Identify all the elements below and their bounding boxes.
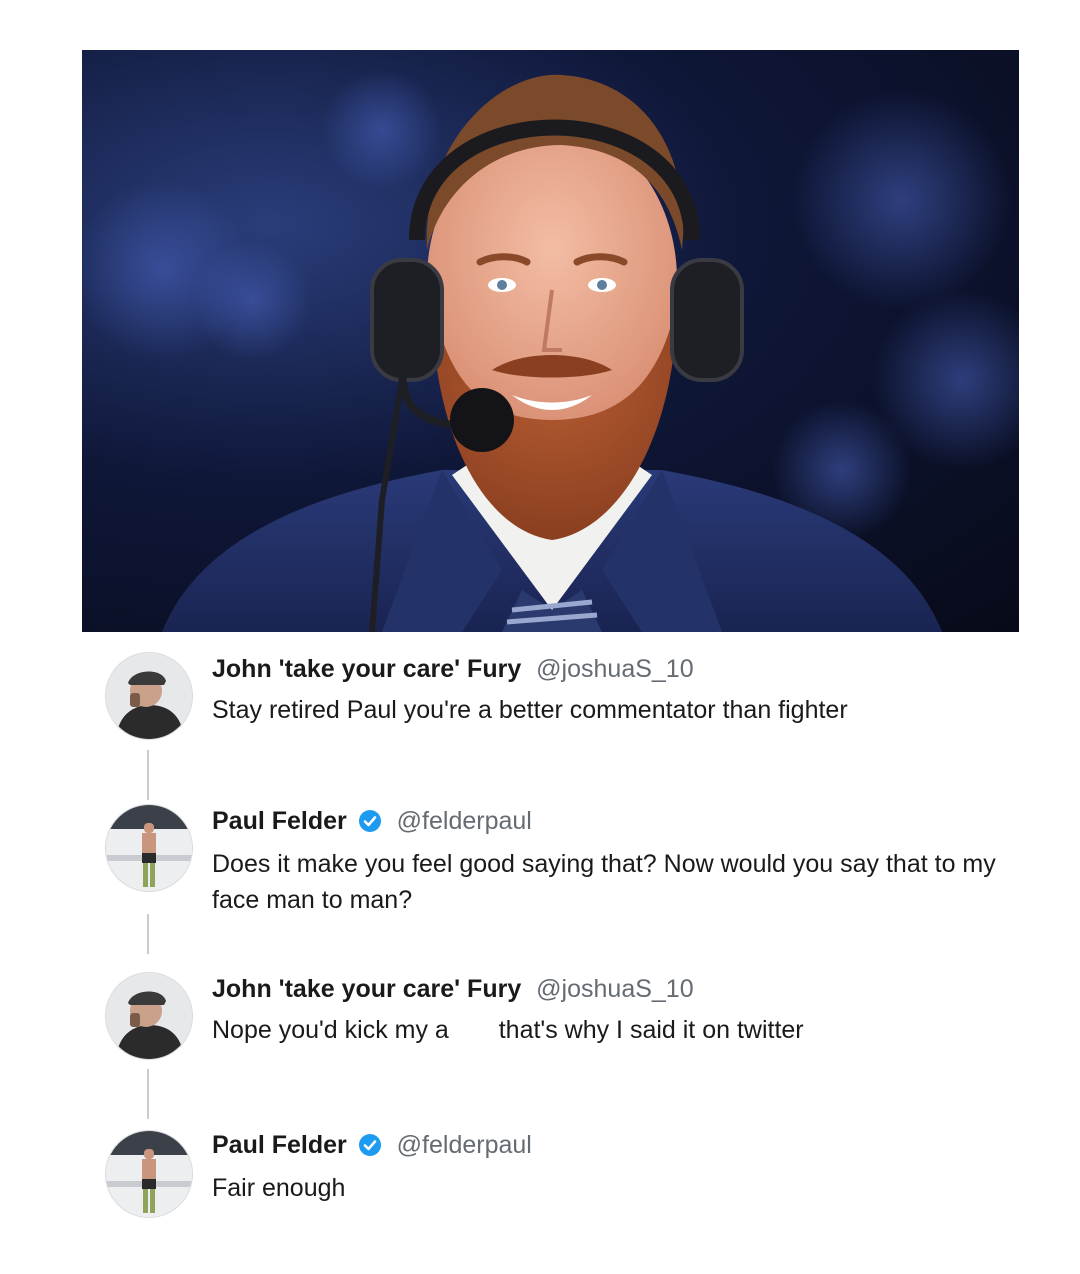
- commentator-headset-photo-icon: [82, 70, 1019, 632]
- verified-badge-icon: [358, 1134, 381, 1156]
- avatar[interactable]: [105, 972, 193, 1060]
- john-fury-avatar-icon: [106, 973, 192, 1059]
- thread-connector: [147, 1069, 149, 1119]
- thread-connector: [147, 750, 149, 800]
- avatar[interactable]: [105, 804, 193, 892]
- john-fury-avatar-icon: [106, 653, 192, 739]
- tweet-text-part: Nope you'd kick my a: [212, 1016, 449, 1044]
- paul-felder-avatar-icon: [106, 1131, 192, 1217]
- author-name[interactable]: Paul Felder: [212, 1131, 347, 1159]
- tweet-text: Does it make you feel good saying that? …: [212, 850, 996, 914]
- thread-connector: [147, 914, 149, 954]
- hero-photo: [82, 50, 1019, 632]
- tweet-text: Fair enough: [212, 1174, 346, 1202]
- author-handle[interactable]: @joshuaS_10: [536, 975, 693, 1003]
- tweet-text: Stay retired Paul you're a better commen…: [212, 696, 848, 724]
- tweet-thread: John 'take your care' Fury @joshuaS_10 S…: [0, 632, 1080, 1274]
- avatar[interactable]: [105, 652, 193, 740]
- author-name[interactable]: Paul Felder: [212, 807, 347, 835]
- author-name[interactable]: John 'take your care' Fury: [212, 655, 521, 683]
- tweet-header: Paul Felder @felderpaul: [212, 1130, 532, 1160]
- author-handle[interactable]: @joshuaS_10: [536, 655, 693, 683]
- tweet-header: Paul Felder @felderpaul: [212, 806, 532, 836]
- author-handle[interactable]: @felderpaul: [397, 1131, 532, 1159]
- tweet-text-part: that's why I said it on twitter: [498, 1016, 804, 1044]
- tweet-text: Nope you'd kick my a that's why I said i…: [212, 1012, 1012, 1048]
- author-name[interactable]: John 'take your care' Fury: [212, 975, 521, 1003]
- verified-badge-icon: [358, 810, 381, 832]
- tweet-header: John 'take your care' Fury @joshuaS_10: [212, 654, 694, 684]
- author-handle[interactable]: @felderpaul: [397, 807, 532, 835]
- avatar[interactable]: [105, 1130, 193, 1218]
- tweet-header: John 'take your care' Fury @joshuaS_10: [212, 974, 694, 1004]
- paul-felder-avatar-icon: [106, 805, 192, 891]
